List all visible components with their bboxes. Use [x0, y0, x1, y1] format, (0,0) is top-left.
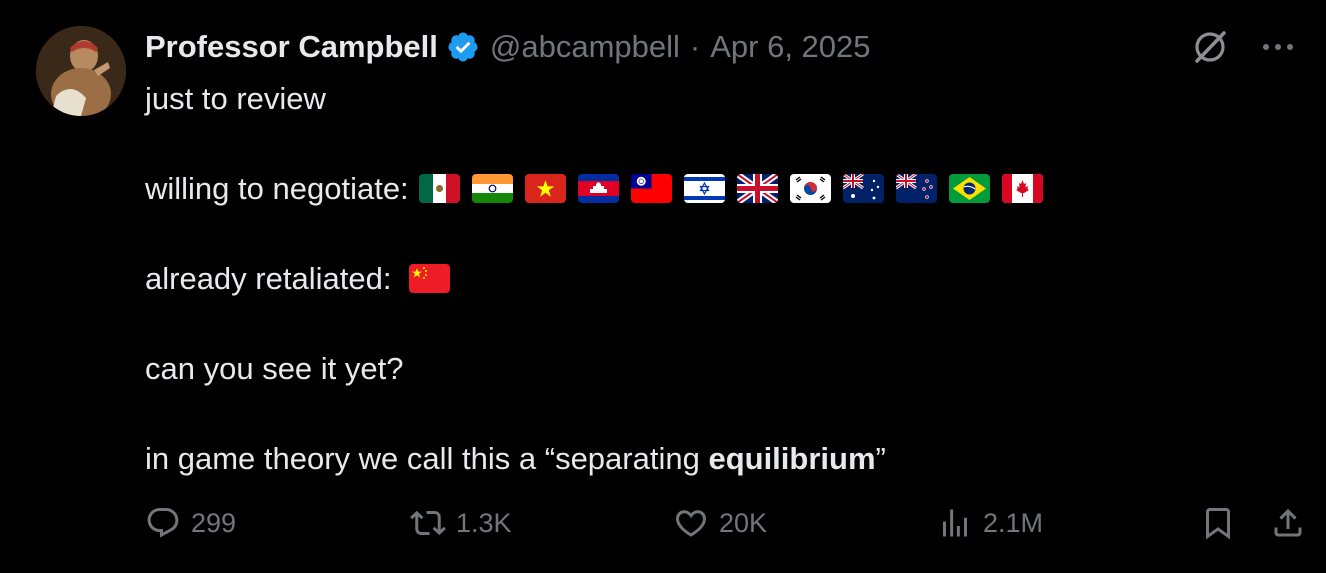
repost-icon — [410, 510, 446, 536]
separator-dot: · — [689, 29, 701, 64]
author-handle[interactable]: @abcampbell — [490, 29, 680, 65]
avatar[interactable] — [36, 26, 126, 116]
views-button[interactable]: 2.1M — [937, 505, 1043, 541]
text-line-retaliated: already retaliated: — [145, 256, 1043, 301]
canada-flag — [1001, 174, 1043, 204]
text-line-review: just to review — [145, 81, 326, 116]
views-icon — [943, 509, 967, 537]
negotiate-flags — [418, 174, 1043, 204]
tweet-top-actions — [1190, 27, 1296, 67]
tweet-date[interactable]: Apr 6, 2025 — [710, 29, 870, 65]
bookmark-button[interactable] — [1200, 505, 1236, 541]
retaliated-flags — [409, 264, 451, 294]
more-icon[interactable] — [1260, 29, 1296, 65]
bookmark-icon — [1206, 508, 1230, 540]
cambodia-flag — [577, 174, 619, 204]
repost-button[interactable]: 1.3K — [410, 505, 512, 541]
mexico-flag — [418, 174, 460, 204]
text-line-negotiate: willing to negotiate: — [145, 166, 1043, 211]
india-flag — [471, 174, 513, 204]
reply-button[interactable]: 299 — [145, 505, 236, 541]
vietnam-flag — [524, 174, 566, 204]
like-icon — [675, 510, 707, 537]
tweet-text: just to review willing to negotiate: alr… — [145, 76, 1043, 481]
tweet-header: Professor Campbell @abcampbell · Apr 6, … — [145, 24, 871, 70]
repost-count: 1.3K — [456, 507, 512, 538]
text-line-equilibrium: in game theory we call this a “separatin… — [145, 436, 1043, 481]
author-name[interactable]: Professor Campbell — [145, 29, 438, 65]
reply-icon — [147, 508, 179, 538]
equilibrium-prefix: in game theory we call this a “separatin… — [145, 441, 709, 476]
grok-icon[interactable] — [1190, 27, 1230, 67]
israel-flag — [683, 174, 725, 204]
uk-flag — [736, 174, 778, 204]
reply-count: 299 — [191, 507, 237, 538]
retaliated-label: already retaliated: — [145, 261, 392, 296]
south-korea-flag — [789, 174, 831, 204]
brazil-flag — [948, 174, 990, 204]
avatar-image — [36, 26, 126, 116]
new-zealand-flag — [895, 174, 937, 204]
views-count: 2.1M — [983, 507, 1044, 538]
text-line-question: can you see it yet? — [145, 351, 404, 386]
like-count: 20K — [719, 507, 768, 538]
verified-badge-icon — [448, 32, 478, 62]
equilibrium-suffix: ” — [875, 441, 886, 476]
share-button[interactable] — [1270, 505, 1306, 541]
share-icon — [1274, 508, 1302, 537]
like-button[interactable]: 20K — [673, 505, 767, 541]
negotiate-label: willing to negotiate: — [145, 171, 409, 206]
china-flag — [409, 264, 451, 294]
tweet-action-bar: 299 1.3K 20K 2.1M — [0, 505, 1326, 551]
taiwan-flag — [630, 174, 672, 204]
equilibrium-bold: equilibrium — [708, 441, 876, 476]
australia-flag — [842, 174, 884, 204]
